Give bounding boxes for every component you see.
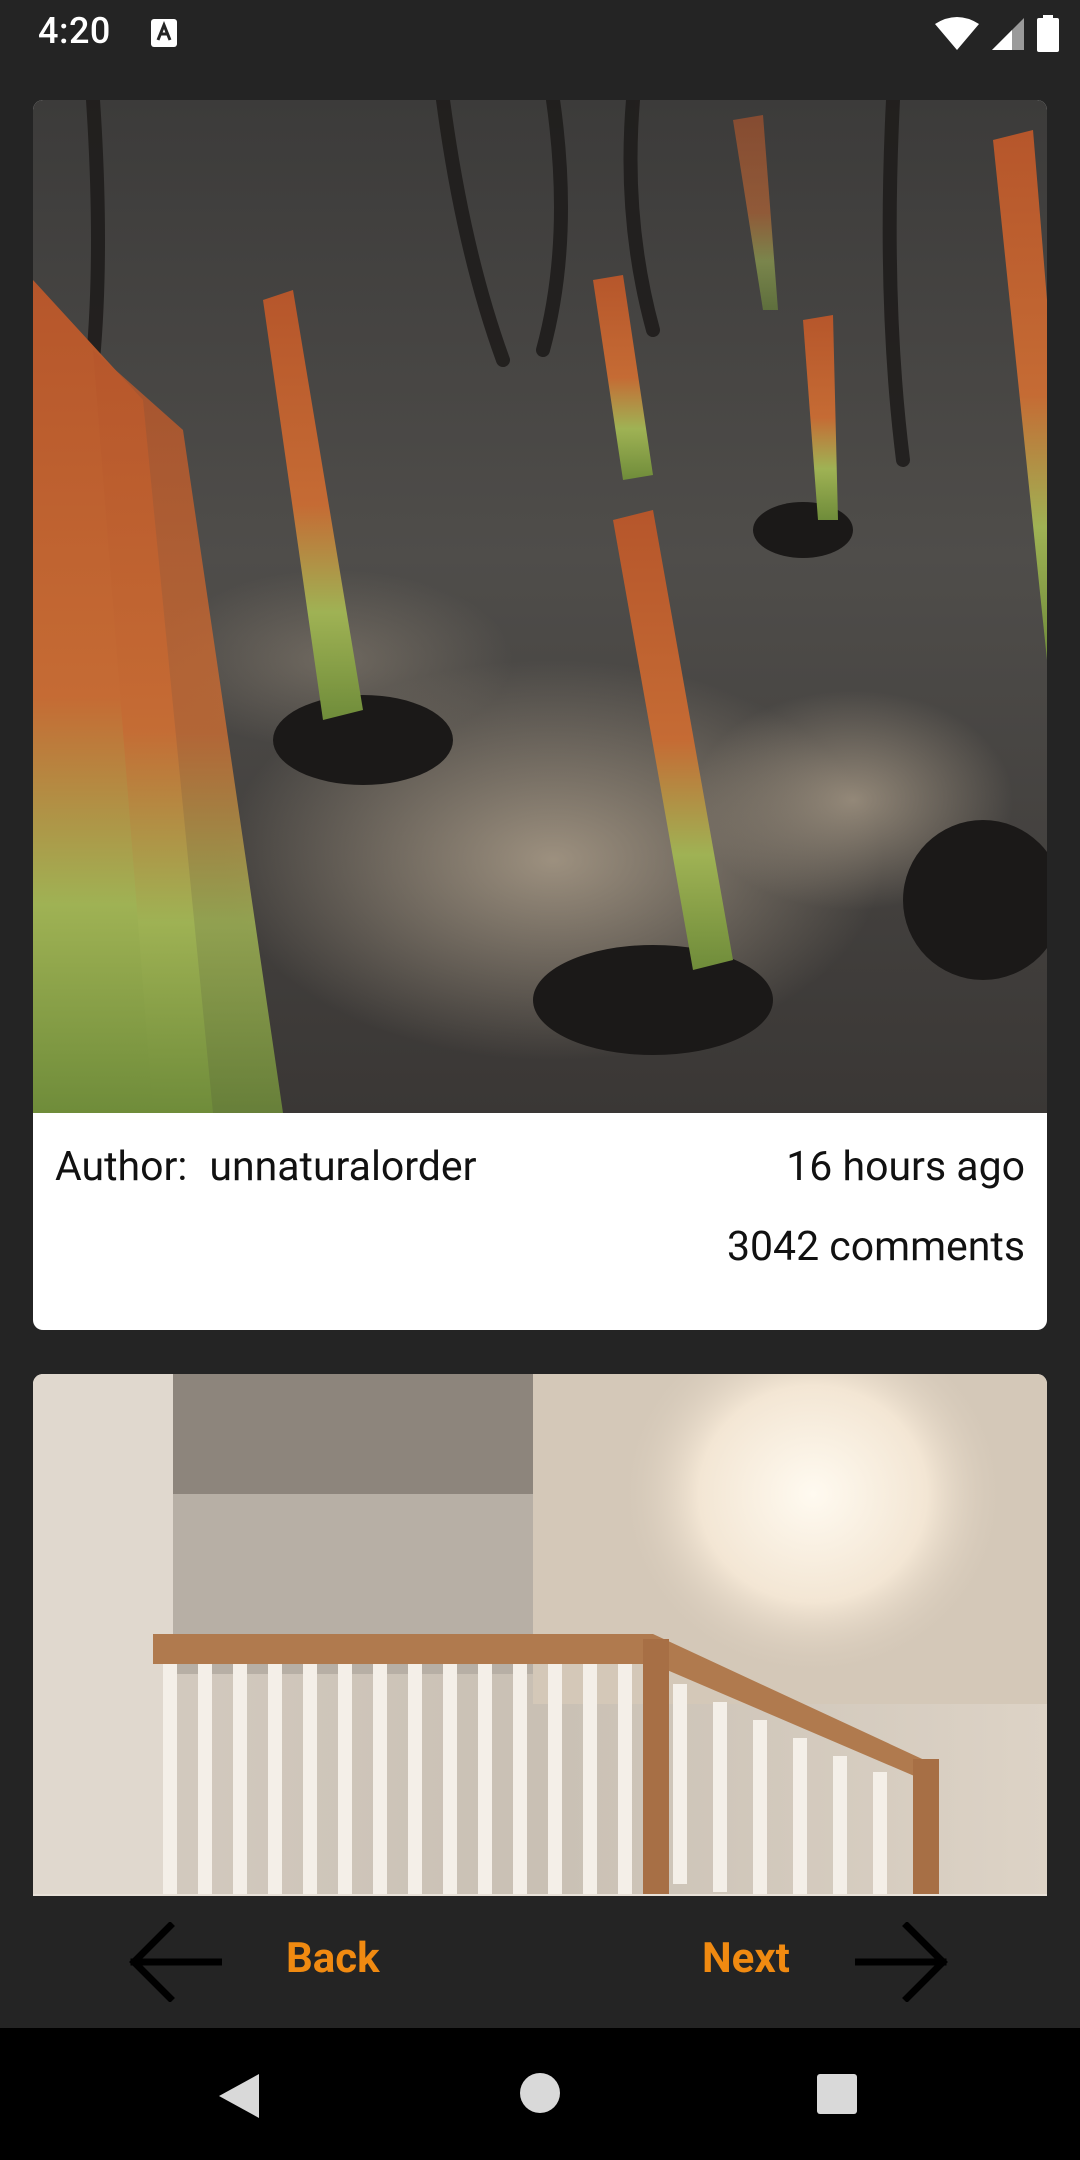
- status-time: 4:20: [38, 10, 111, 52]
- post-comments-count[interactable]: 3042 comments: [727, 1223, 1025, 1271]
- wifi-icon: [935, 17, 979, 50]
- status-bar: 4:20: [0, 0, 1080, 66]
- system-back-icon[interactable]: [215, 2072, 263, 2120]
- next-button[interactable]: Next: [702, 1934, 790, 1983]
- system-recents-icon[interactable]: [816, 2073, 858, 2115]
- system-home-icon[interactable]: [519, 2072, 561, 2114]
- post-image[interactable]: [33, 1374, 1047, 1896]
- author-name: unnaturalorder: [209, 1143, 477, 1191]
- system-navigation-bar: [0, 2028, 1080, 2160]
- post-time: 16 hours ago: [786, 1143, 1025, 1191]
- signal-icon: [992, 18, 1024, 50]
- battery-icon: [1037, 15, 1059, 52]
- arrow-right-icon[interactable]: [855, 1922, 949, 2002]
- post-meta: Author: unnaturalorder 16 hours ago 3042 …: [33, 1113, 1047, 1330]
- post-card[interactable]: Author: unnaturalorder 16 hours ago 3042 …: [33, 100, 1047, 1330]
- post-feed[interactable]: Author: unnaturalorder 16 hours ago 3042 …: [0, 66, 1080, 1896]
- text-input-indicator-icon: [151, 19, 177, 47]
- post-image[interactable]: [33, 100, 1047, 1113]
- arrow-left-icon[interactable]: [128, 1922, 222, 2002]
- back-button[interactable]: Back: [286, 1934, 380, 1983]
- post-author: Author: unnaturalorder: [55, 1143, 477, 1191]
- post-card[interactable]: [33, 1374, 1047, 1896]
- status-icons: [934, 14, 1060, 54]
- author-label: Author:: [55, 1143, 188, 1191]
- pagination-bar: Back Next: [0, 1896, 1080, 2028]
